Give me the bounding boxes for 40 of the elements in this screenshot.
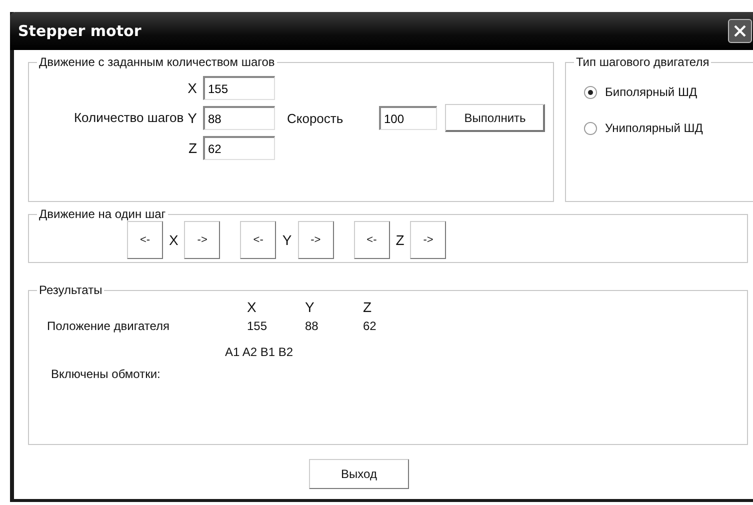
field-label: Скорость: [286, 110, 344, 126]
step-forward-button[interactable]: ->: [184, 221, 220, 259]
radio-button[interactable]: [584, 122, 597, 134]
axis-label: Z: [188, 140, 197, 156]
close-button[interactable]: [728, 19, 752, 43]
group-title: Результаты: [38, 283, 104, 297]
radio-label[interactable]: Биполярный ШД: [605, 85, 698, 99]
group-title: Движение с заданным количеством шагов: [38, 55, 276, 69]
step-forward-button[interactable]: ->: [298, 221, 334, 259]
position-value: 88: [305, 319, 320, 333]
windings-value: A1 A2 B1 B2: [224, 345, 294, 359]
axis-label: Z: [396, 232, 404, 248]
step-back-button[interactable]: <-: [127, 221, 163, 259]
field-label: Количество шагов: [74, 110, 184, 126]
position-value: 155: [247, 319, 268, 333]
run-button[interactable]: Выполнить: [445, 104, 545, 132]
radio-button[interactable]: [584, 86, 597, 98]
axis-label: X: [169, 232, 178, 248]
position-value: 62: [363, 319, 378, 333]
windings-label: Включены обмотки:: [50, 367, 162, 381]
radio-label[interactable]: Униполярный ШД: [605, 121, 703, 135]
input-field[interactable]: 88: [203, 106, 275, 130]
position-label: Положение двигателя: [46, 319, 170, 333]
input-field[interactable]: 155: [203, 76, 275, 100]
axis-label: Y: [188, 110, 197, 126]
axis-label: Y: [282, 232, 292, 248]
close-icon: [732, 23, 748, 39]
column-header: Z: [363, 299, 373, 315]
exit-button[interactable]: Выход: [309, 459, 409, 489]
window-title: Stepper motor: [17, 22, 142, 40]
input-field[interactable]: 100: [379, 106, 437, 130]
group-title: Тип шагового двигателя: [575, 55, 710, 69]
column-header: X: [247, 299, 258, 315]
group-title: Движение на один шаг: [38, 207, 167, 221]
step-back-button[interactable]: <-: [354, 221, 390, 259]
column-header: Y: [305, 299, 316, 315]
step-forward-button[interactable]: ->: [410, 221, 446, 259]
input-field[interactable]: 62: [203, 136, 275, 160]
axis-label: X: [188, 80, 197, 96]
step-back-button[interactable]: <-: [240, 221, 276, 259]
